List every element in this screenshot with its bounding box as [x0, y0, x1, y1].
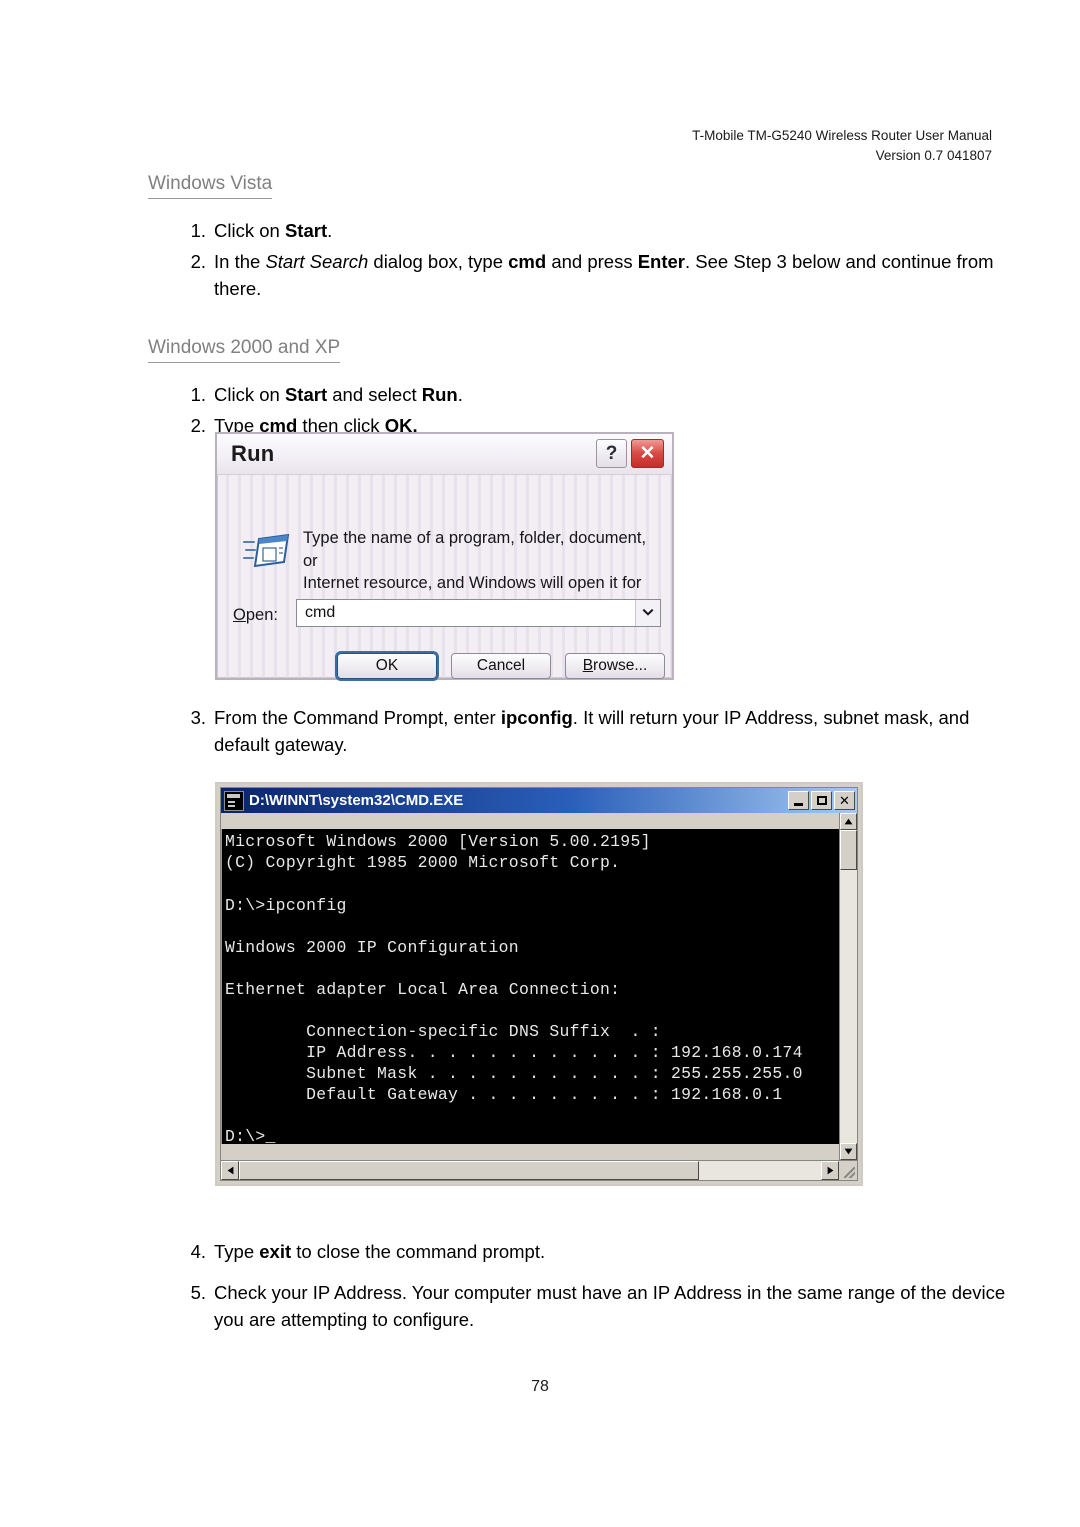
- run-window-icon: [243, 529, 291, 569]
- open-label-rest: pen:: [245, 606, 278, 624]
- step-number: 1.: [190, 219, 206, 241]
- step-number: 5.: [190, 1282, 206, 1304]
- list-item: 5. Check your IP Address. Your computer …: [182, 1279, 1020, 1333]
- console-icon: [224, 790, 244, 811]
- step-3-block: 3. From the Command Prompt, enter ipconf…: [148, 704, 1020, 762]
- vertical-scrollbar[interactable]: [839, 813, 857, 1160]
- steps-windows-vista: 1. Click on Start. 2. In the Start Searc…: [148, 217, 1020, 303]
- step-text: Check your IP Address. Your computer mus…: [214, 1282, 1006, 1331]
- open-combobox[interactable]: cmd: [296, 599, 661, 627]
- step-number: 3.: [190, 707, 206, 728]
- console-output[interactable]: Microsoft Windows 2000 [Version 5.00.219…: [221, 829, 839, 1144]
- scroll-left-arrow-icon[interactable]: [221, 1161, 239, 1180]
- steps-after-cmd: 4. Type exit to close the command prompt…: [148, 1238, 1020, 1334]
- list-item: 2. In the Start Search dialog box, type …: [182, 248, 1020, 302]
- step-number: 2.: [190, 250, 206, 272]
- command-prompt-frame: D:\WINNT\system32\CMD.EXE ✕ Microsoft Wi…: [220, 787, 858, 1181]
- heading-windows-2000-xp: Windows 2000 and XP: [148, 336, 341, 364]
- step-number: 4.: [190, 1241, 206, 1262]
- open-label-accesskey: O: [233, 606, 246, 624]
- command-prompt-title: D:\WINNT\system32\CMD.EXE: [249, 792, 464, 809]
- scroll-up-arrow-icon[interactable]: [840, 813, 857, 830]
- chevron-down-icon[interactable]: [635, 600, 660, 626]
- horizontal-scrollbar[interactable]: [221, 1160, 857, 1180]
- page-content: Windows Vista 1. Click on Start. 2. In t…: [148, 172, 1020, 443]
- step-text: Type exit to close the command prompt.: [214, 1241, 546, 1262]
- step-text: Click on Start.: [214, 219, 333, 241]
- document-header: T-Mobile TM-G5240 Wireless Router User M…: [692, 126, 992, 165]
- steps-4-5-block: 4. Type exit to close the command prompt…: [148, 1238, 1020, 1338]
- ok-button[interactable]: OK: [337, 653, 437, 679]
- close-icon[interactable]: ✕: [834, 791, 855, 810]
- minimize-icon[interactable]: [788, 791, 809, 810]
- cancel-button[interactable]: Cancel: [451, 653, 551, 679]
- step-text: From the Command Prompt, enter ipconfig.…: [214, 707, 970, 756]
- browse-accesskey: B: [582, 657, 594, 674]
- run-dialog-buttons: OK Cancel Browse...: [337, 653, 665, 679]
- list-item: 3. From the Command Prompt, enter ipconf…: [182, 704, 1020, 758]
- run-dialog-title: Run: [231, 441, 275, 466]
- list-item: 1. Click on Start.: [182, 217, 1020, 244]
- run-dialog[interactable]: Run ? ✕ Type the name of a program, fold: [215, 432, 674, 680]
- section-heading-wrap-vista: Windows Vista: [148, 172, 1020, 199]
- browse-label-rest: rowse...: [593, 657, 648, 674]
- vertical-scroll-thumb[interactable]: [840, 830, 857, 870]
- page-number: 78: [531, 1378, 549, 1395]
- list-item: 4. Type exit to close the command prompt…: [182, 1238, 1020, 1265]
- browse-button[interactable]: Browse...: [565, 653, 665, 679]
- run-prompt-line-1: Type the name of a program, folder, docu…: [303, 529, 647, 570]
- command-prompt-window[interactable]: D:\WINNT\system32\CMD.EXE ✕ Microsoft Wi…: [215, 782, 863, 1186]
- horizontal-scroll-thumb[interactable]: [239, 1161, 699, 1180]
- heading-windows-vista: Windows Vista: [148, 172, 273, 199]
- list-item: 1. Click on Start and select Run.: [182, 381, 1020, 408]
- command-prompt-screen-row: Microsoft Windows 2000 [Version 5.00.219…: [221, 813, 857, 1160]
- header-version: Version 0.7 041807: [875, 147, 992, 163]
- command-prompt-titlebar-buttons: ✕: [788, 791, 855, 810]
- run-dialog-body: Type the name of a program, folder, docu…: [217, 475, 672, 681]
- section-heading-wrap-2000xp: Windows 2000 and XP: [148, 336, 1020, 364]
- minimize-glyph: [794, 802, 803, 806]
- open-input[interactable]: cmd: [297, 604, 635, 622]
- step-number: 2.: [190, 415, 206, 437]
- command-prompt-titlebar: D:\WINNT\system32\CMD.EXE ✕: [221, 788, 857, 813]
- step-text: Click on Start and select Run.: [214, 384, 463, 406]
- step-number: 1.: [190, 384, 206, 406]
- maximize-glyph: [816, 796, 827, 805]
- step-text: In the Start Search dialog box, type cmd…: [214, 250, 994, 300]
- run-dialog-titlebar: Run ? ✕: [217, 434, 672, 475]
- scroll-down-arrow-icon[interactable]: [840, 1143, 857, 1160]
- maximize-icon[interactable]: [811, 791, 832, 810]
- vertical-scroll-track[interactable]: [840, 830, 857, 1143]
- open-field-label: Open:: [233, 606, 278, 625]
- close-icon[interactable]: ✕: [631, 439, 664, 468]
- help-icon[interactable]: ?: [596, 439, 627, 468]
- horizontal-scroll-track[interactable]: [239, 1161, 821, 1180]
- steps-after-run: 3. From the Command Prompt, enter ipconf…: [148, 704, 1020, 758]
- header-manual-title: T-Mobile TM-G5240 Wireless Router User M…: [692, 128, 992, 143]
- scroll-right-arrow-icon[interactable]: [821, 1161, 839, 1180]
- resize-grip-icon[interactable]: [839, 1161, 857, 1180]
- command-prompt-client-area: Microsoft Windows 2000 [Version 5.00.219…: [221, 813, 857, 1180]
- steps-windows-2000-xp: 1. Click on Start and select Run. 2. Typ…: [148, 381, 1020, 439]
- run-dialog-titlebar-buttons: ? ✕: [596, 439, 664, 468]
